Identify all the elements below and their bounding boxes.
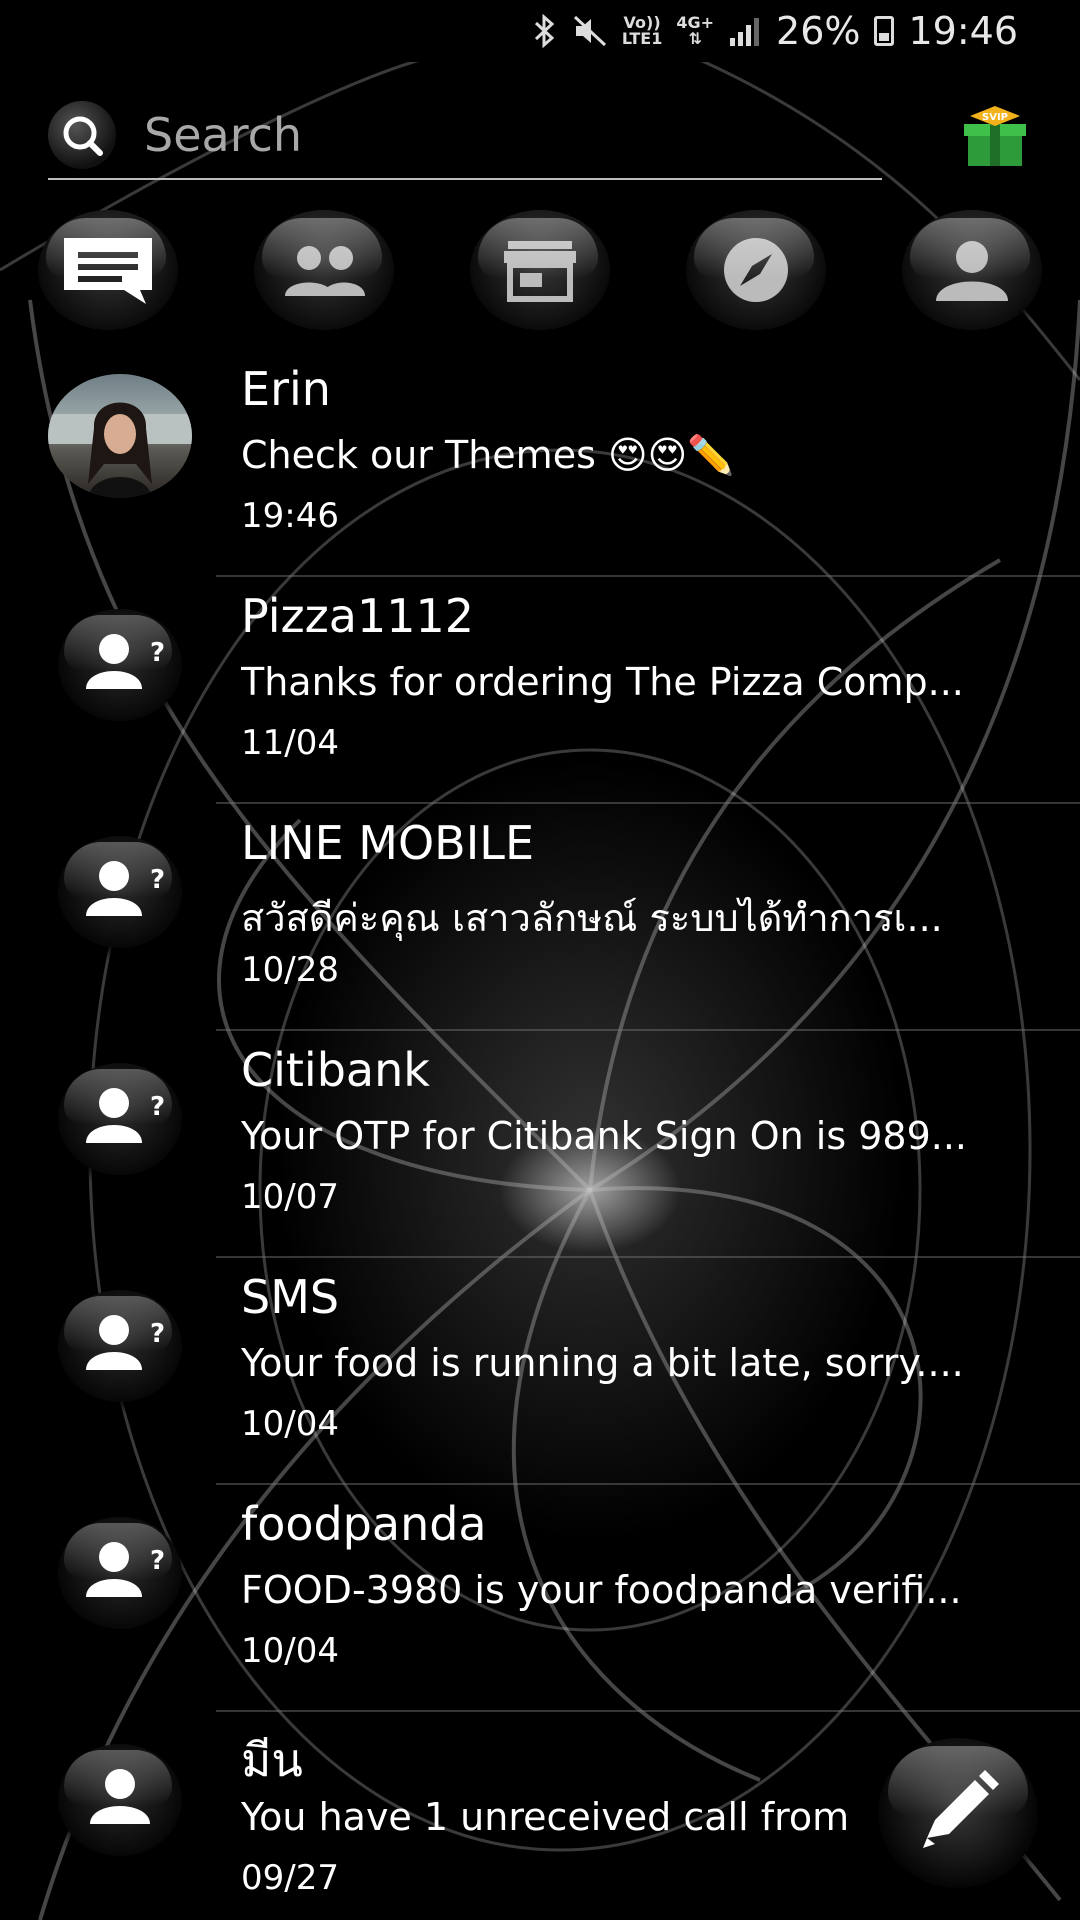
conversation-row-pizza1112[interactable]: ? Pizza1112 Thanks for ordering The Pizz… bbox=[0, 577, 1080, 804]
contact-name: SMS bbox=[241, 1270, 340, 1324]
conversation-row-line-mobile[interactable]: ? LINE MOBILE สวัสดีค่ะคุณ เสาวลักษณ์ ระ… bbox=[0, 804, 1080, 1031]
avatar[interactable]: ? bbox=[48, 1290, 192, 1414]
signal-icon bbox=[728, 16, 762, 46]
message-time: 10/04 bbox=[241, 1631, 339, 1671]
message-snippet: Check our Themes 😍😍✏️ bbox=[241, 433, 735, 477]
status-bar: Vo)) LTE1 4G+ ⇅ 26% 19:46 bbox=[0, 0, 1080, 62]
tab-messages[interactable] bbox=[38, 210, 178, 330]
avatar[interactable] bbox=[48, 374, 192, 506]
network-type-indicator: 4G+ ⇅ bbox=[676, 13, 715, 48]
avatar[interactable] bbox=[48, 1744, 192, 1868]
pencil-icon bbox=[923, 1770, 999, 1848]
message-time: 19:46 bbox=[241, 496, 339, 536]
messaging-screen: Vo)) LTE1 4G+ ⇅ 26% 19:46 SVIP bbox=[0, 0, 1080, 1920]
conversation-row-foodpanda[interactable]: ? foodpanda FOOD-3980 is your foodpanda … bbox=[0, 1485, 1080, 1712]
search-icon bbox=[48, 101, 116, 169]
clock: 19:46 bbox=[908, 9, 1018, 53]
tab-profile[interactable] bbox=[902, 210, 1042, 330]
unknown-contact-icon: ? bbox=[58, 1290, 182, 1402]
avatar[interactable]: ? bbox=[48, 836, 192, 960]
unknown-contact-icon: ? bbox=[58, 609, 182, 721]
store-icon bbox=[504, 241, 576, 302]
chat-icon bbox=[64, 238, 152, 304]
svg-text:?: ? bbox=[150, 1319, 165, 1349]
contact-name: foodpanda bbox=[241, 1497, 487, 1551]
people-icon bbox=[285, 246, 365, 296]
avatar[interactable]: ? bbox=[48, 1517, 192, 1641]
mute-icon bbox=[572, 14, 608, 48]
message-time: 10/04 bbox=[241, 1404, 339, 1444]
conversation-list: Erin Check our Themes 😍😍✏️ 19:46 ? Pizza… bbox=[0, 350, 1080, 1920]
svg-text:?: ? bbox=[150, 1092, 165, 1122]
person-icon bbox=[936, 241, 1008, 301]
contact-name: มีน bbox=[241, 1733, 303, 1787]
unknown-contact-icon: ? bbox=[58, 1063, 182, 1175]
message-snippet: Your food is running a bit late, sorry..… bbox=[241, 1341, 964, 1385]
contact-photo bbox=[48, 374, 192, 498]
svip-gift-icon[interactable]: SVIP bbox=[962, 104, 1028, 168]
battery-icon bbox=[874, 16, 895, 46]
contact-name: Pizza1112 bbox=[241, 589, 475, 643]
message-time: 10/07 bbox=[241, 1177, 339, 1217]
message-time: 09/27 bbox=[241, 1858, 339, 1898]
svip-label: SVIP bbox=[982, 112, 1008, 123]
contact-name: Citibank bbox=[241, 1043, 430, 1097]
message-time: 10/28 bbox=[241, 950, 339, 990]
contact-icon bbox=[58, 1744, 182, 1856]
message-snippet: Your OTP for Citibank Sign On is 989... bbox=[241, 1114, 968, 1158]
tab-discover[interactable] bbox=[686, 210, 826, 330]
message-snippet: FOOD-3980 is your foodpanda verifi... bbox=[241, 1568, 962, 1612]
avatar[interactable]: ? bbox=[48, 609, 192, 733]
svg-text:?: ? bbox=[150, 1546, 165, 1576]
unknown-contact-icon: ? bbox=[58, 836, 182, 948]
contact-name: Erin bbox=[241, 362, 331, 416]
battery-percent: 26% bbox=[776, 9, 861, 53]
svg-text:?: ? bbox=[150, 638, 165, 668]
tab-bar bbox=[38, 210, 1044, 330]
message-time: 11/04 bbox=[241, 723, 339, 763]
search-input[interactable] bbox=[142, 107, 846, 163]
tab-contacts[interactable] bbox=[254, 210, 394, 330]
compass-icon bbox=[724, 238, 788, 302]
conversation-row-erin[interactable]: Erin Check our Themes 😍😍✏️ 19:46 bbox=[0, 350, 1080, 577]
volte-indicator: Vo)) LTE1 bbox=[621, 13, 663, 48]
message-snippet: You have 1 unreceived call from bbox=[241, 1795, 850, 1839]
tab-store[interactable] bbox=[470, 210, 610, 330]
contact-name: LINE MOBILE bbox=[241, 816, 535, 870]
conversation-row-citibank[interactable]: ? Citibank Your OTP for Citibank Sign On… bbox=[0, 1031, 1080, 1258]
search-bar[interactable] bbox=[48, 92, 882, 180]
compose-button[interactable] bbox=[878, 1738, 1038, 1888]
message-snippet: สวัสดีค่ะคุณ เสาวลักษณ์ ระบบได้ทำการเ... bbox=[241, 896, 943, 940]
bluetooth-icon bbox=[532, 14, 558, 48]
avatar[interactable]: ? bbox=[48, 1063, 192, 1187]
svg-text:?: ? bbox=[150, 865, 165, 895]
conversation-row-sms[interactable]: ? SMS Your food is running a bit late, s… bbox=[0, 1258, 1080, 1485]
unknown-contact-icon: ? bbox=[58, 1517, 182, 1629]
message-snippet: Thanks for ordering The Pizza Comp... bbox=[241, 660, 964, 704]
